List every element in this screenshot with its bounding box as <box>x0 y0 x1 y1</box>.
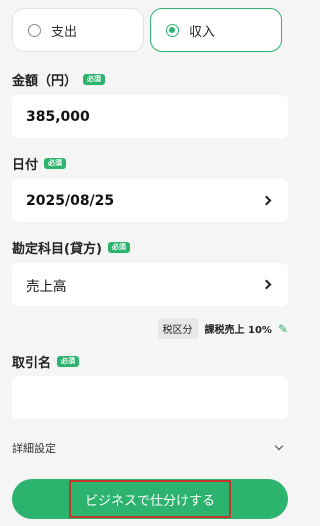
radio-unselected-icon <box>28 23 41 37</box>
partner-label-row: 取引名 必須 <box>12 352 80 371</box>
amount-label-row: 金額（円） 必須 <box>12 70 106 89</box>
partner-label: 取引名 <box>12 356 52 371</box>
date-picker[interactable]: 2025/08/25 <box>12 179 288 222</box>
expense-label: 支出 <box>51 24 78 40</box>
account-value: 売上高 <box>26 278 67 295</box>
chevron-right-icon <box>261 279 272 290</box>
journal-entry-form: 支出 収入 金額（円） 必須 385,000 日付 必須 2025/08/25 … <box>0 0 300 526</box>
amount-value: 385,000 <box>26 108 90 125</box>
submit-button[interactable]: ビジネスで仕分けする <box>12 479 288 519</box>
details-toggle[interactable]: 詳細設定 <box>12 440 288 456</box>
account-label: 勘定科目(貸方) <box>12 242 102 257</box>
date-label: 日付 <box>12 158 39 173</box>
amount-label: 金額（円） <box>12 74 78 89</box>
chevron-right-icon <box>261 195 272 206</box>
required-badge: 必須 <box>83 74 106 85</box>
date-value: 2025/08/25 <box>26 192 115 209</box>
chevron-down-icon <box>274 441 284 451</box>
partner-input[interactable] <box>12 376 288 419</box>
tax-category-row: 税区分 課税売上 10% ✎ <box>157 318 288 339</box>
details-label: 詳細設定 <box>12 442 56 455</box>
required-badge: 必須 <box>44 158 67 169</box>
tax-category-chip: 税区分 <box>157 318 198 339</box>
account-label-row: 勘定科目(貸方) 必須 <box>12 238 130 257</box>
transaction-type-toggle: 支出 収入 <box>12 8 282 52</box>
submit-label: ビジネスで仕分けする <box>68 480 231 518</box>
income-option[interactable]: 収入 <box>150 8 282 52</box>
required-badge: 必須 <box>107 242 130 253</box>
radio-selected-icon <box>166 23 179 37</box>
amount-input[interactable]: 385,000 <box>12 95 288 138</box>
pencil-icon[interactable]: ✎ <box>278 322 288 336</box>
date-label-row: 日付 必須 <box>12 154 67 173</box>
tax-category-value: 課税売上 10% <box>204 325 272 336</box>
required-badge: 必須 <box>57 356 80 367</box>
income-label: 収入 <box>189 24 216 40</box>
expense-option[interactable]: 支出 <box>12 8 144 52</box>
account-selector[interactable]: 売上高 <box>12 263 288 306</box>
